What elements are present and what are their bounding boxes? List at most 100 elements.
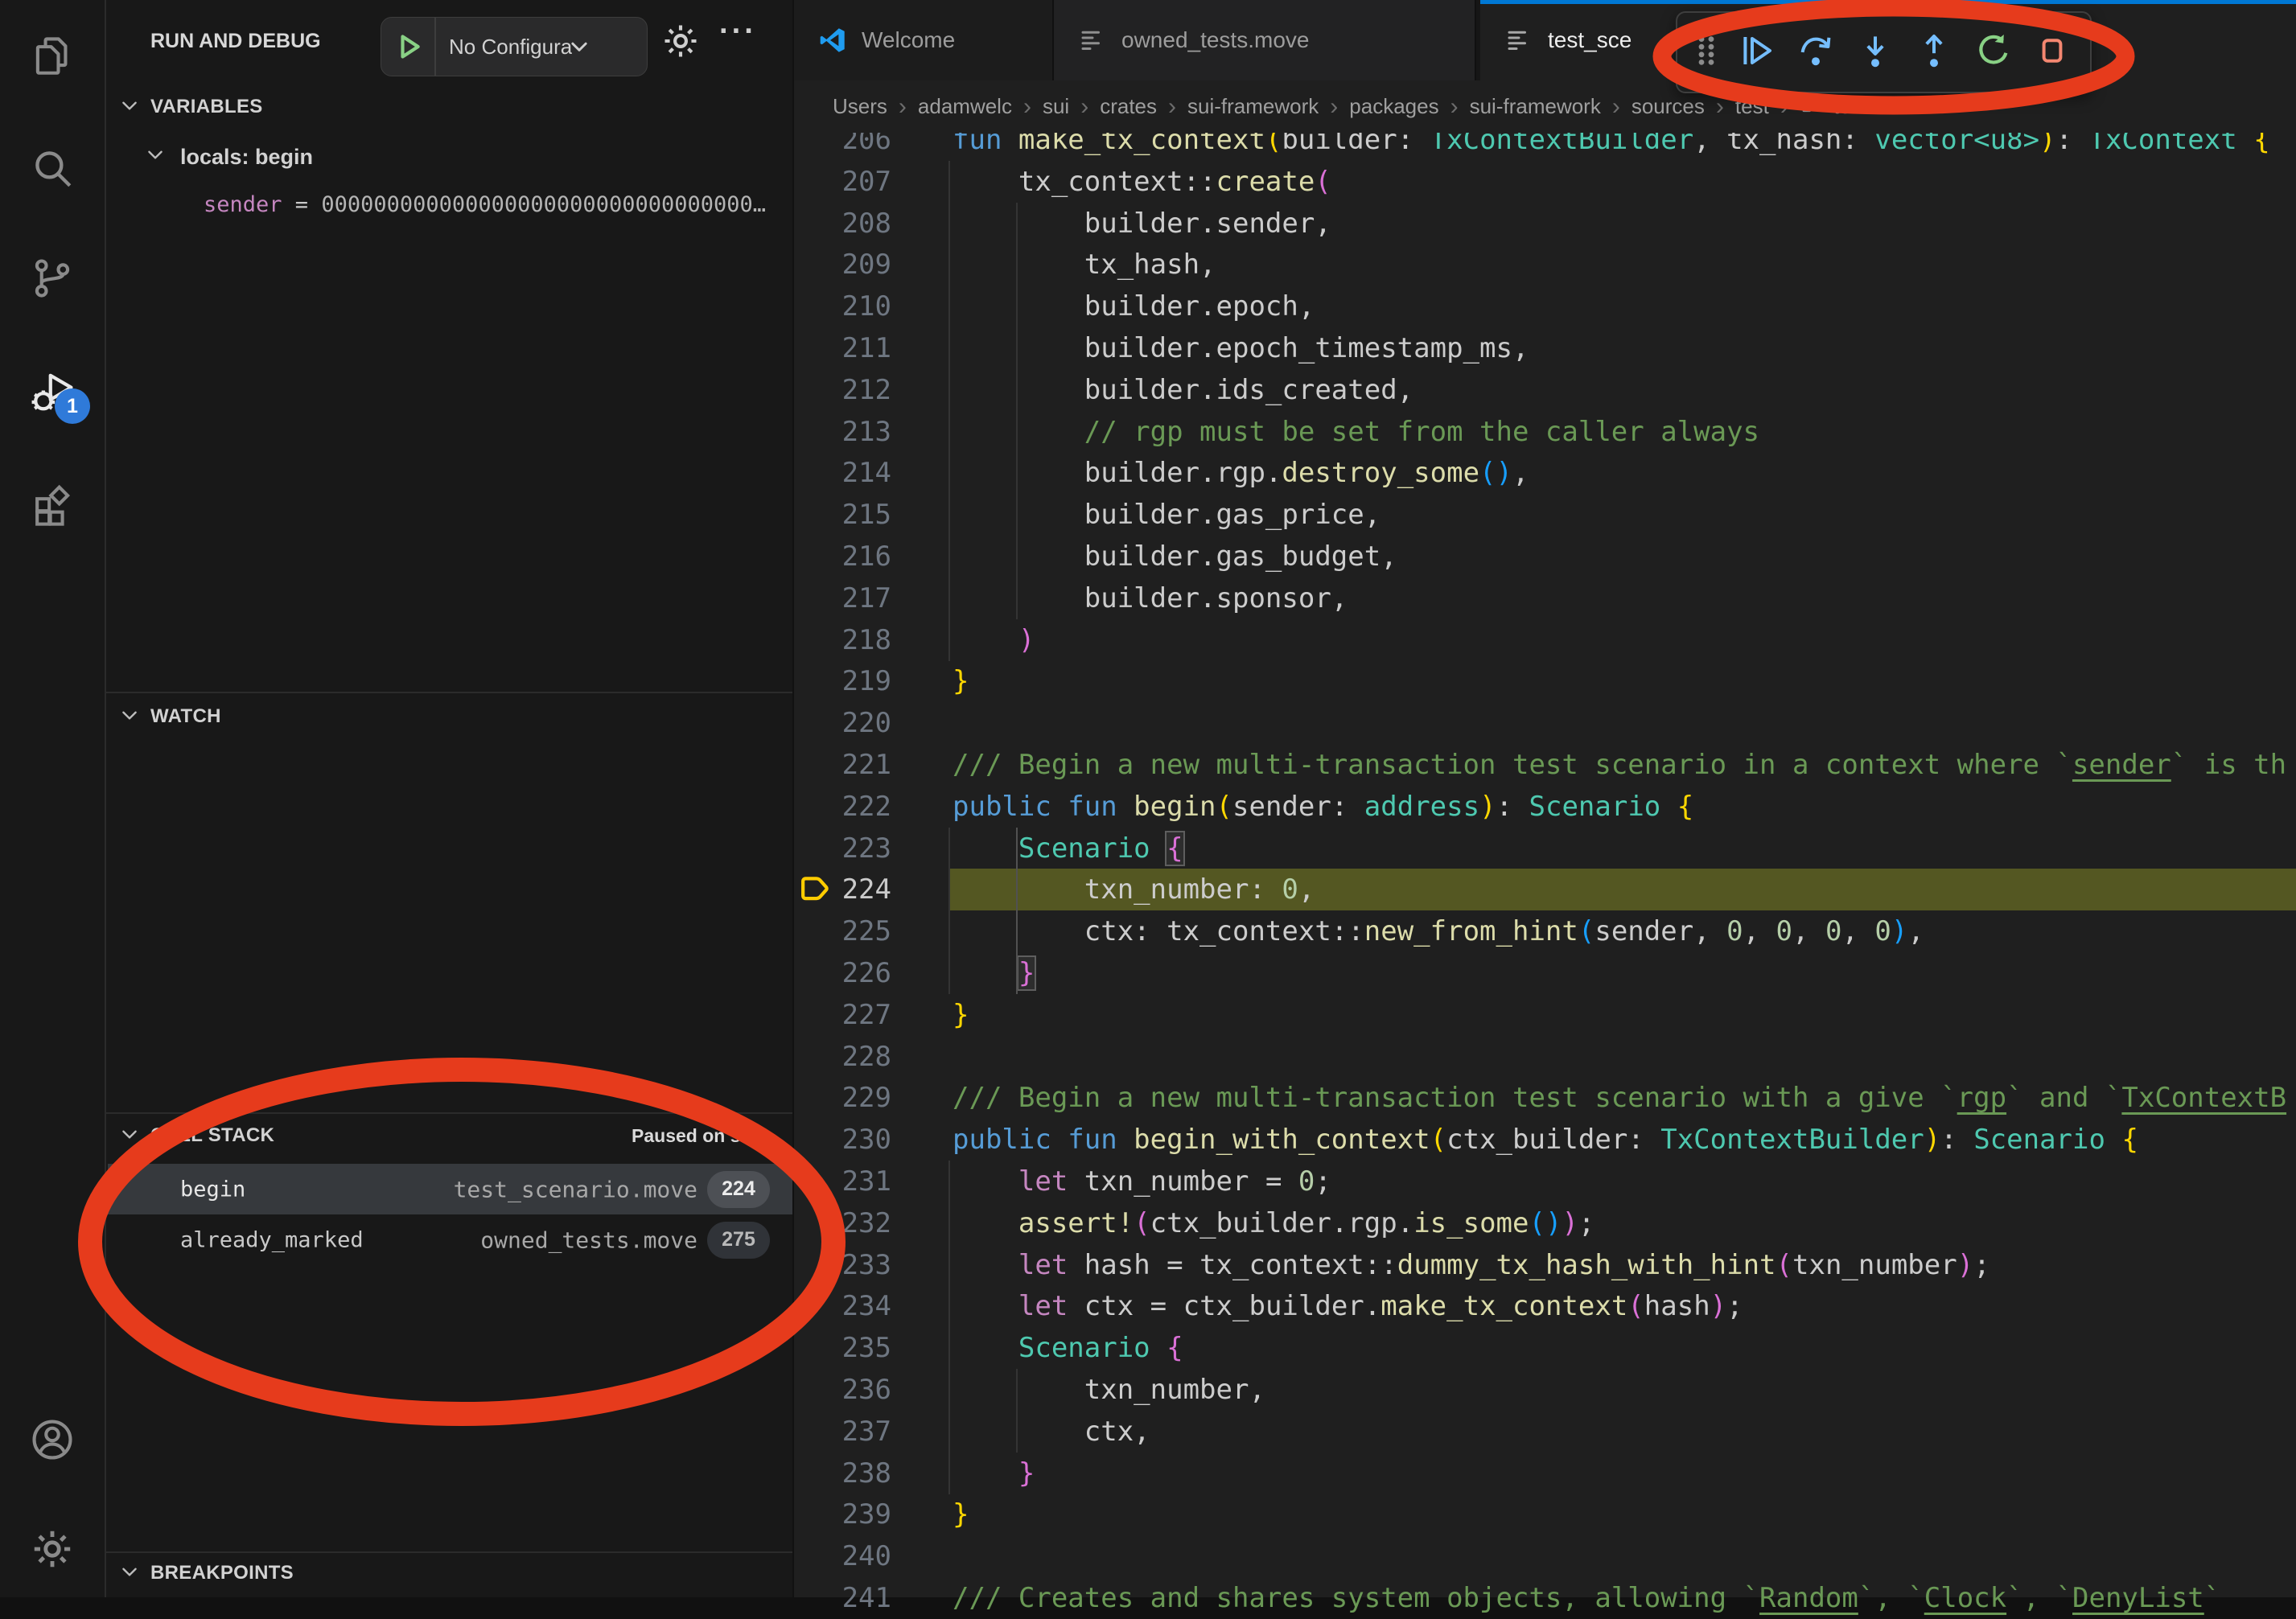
call-stack-frame[interactable]: already_markedowned_tests.move275 xyxy=(108,1214,792,1265)
breadcrumb-item[interactable]: test xyxy=(1735,94,1769,119)
breadcrumb-item[interactable]: packages xyxy=(1349,94,1438,119)
line-number[interactable]: 222 xyxy=(794,786,891,828)
line-number[interactable]: 228 xyxy=(794,1036,891,1078)
line-number[interactable]: 238 xyxy=(794,1453,891,1494)
variables-section-header[interactable]: VARIABLES xyxy=(150,96,263,118)
line-number[interactable]: 231 xyxy=(794,1161,891,1202)
run-and-debug-icon[interactable]: 1 xyxy=(19,360,85,425)
code-line[interactable]: 236 txn_number, xyxy=(794,1369,2296,1411)
code-line[interactable]: 218 ) xyxy=(794,619,2296,661)
breadcrumb-item[interactable]: sources xyxy=(1631,94,1705,119)
breadcrumb-item[interactable]: Users xyxy=(833,94,887,119)
code-line[interactable]: 224 txn_number: 0, xyxy=(794,869,2296,910)
line-number[interactable]: 233 xyxy=(794,1244,891,1286)
account-icon[interactable] xyxy=(19,1407,85,1473)
search-icon[interactable] xyxy=(19,135,85,201)
line-number[interactable]: 217 xyxy=(794,577,891,619)
gear-icon[interactable] xyxy=(660,20,702,62)
code-line[interactable]: 237 ctx, xyxy=(794,1411,2296,1453)
line-number[interactable]: 210 xyxy=(794,286,891,327)
line-number[interactable]: 240 xyxy=(794,1535,891,1577)
code-line[interactable]: 239} xyxy=(794,1494,2296,1535)
restart-button[interactable] xyxy=(1964,18,2023,86)
code-line[interactable]: 240 xyxy=(794,1535,2296,1577)
line-number[interactable]: 209 xyxy=(794,244,891,286)
code-line[interactable]: 232 assert!(ctx_builder.rgp.is_some()); xyxy=(794,1202,2296,1244)
breakpoints-section-header[interactable]: BREAKPOINTS xyxy=(150,1562,294,1584)
code-line[interactable]: 209 tx_hash, xyxy=(794,244,2296,286)
line-number[interactable]: 213 xyxy=(794,411,891,453)
line-number[interactable]: 212 xyxy=(794,369,891,411)
code-line[interactable]: 234 let ctx = ctx_builder.make_tx_contex… xyxy=(794,1285,2296,1327)
line-number[interactable]: 237 xyxy=(794,1411,891,1453)
code-line[interactable]: 233 let hash = tx_context::dummy_tx_hash… xyxy=(794,1244,2296,1286)
variables-scope-label[interactable]: locals: begin xyxy=(180,145,313,170)
code-line[interactable]: 220 xyxy=(794,702,2296,744)
code-line[interactable]: 238 } xyxy=(794,1453,2296,1494)
code-line[interactable]: 231 let txn_number = 0; xyxy=(794,1161,2296,1202)
code-line[interactable]: 223 Scenario { xyxy=(794,828,2296,869)
line-number[interactable]: 223 xyxy=(794,828,891,869)
call-stack-frame[interactable]: begintest_scenario.move224 xyxy=(108,1164,792,1214)
chevron-down-icon[interactable] xyxy=(119,95,140,116)
line-number[interactable]: 218 xyxy=(794,619,891,661)
line-number[interactable]: 208 xyxy=(794,203,891,244)
code-line[interactable]: 241/// Creates and shares system objects… xyxy=(794,1577,2296,1619)
code-line[interactable]: 226 } xyxy=(794,952,2296,994)
line-number[interactable]: 235 xyxy=(794,1327,891,1369)
continue-button[interactable] xyxy=(1727,18,1787,86)
line-number[interactable]: 229 xyxy=(794,1077,891,1119)
code-line[interactable]: 213 // rgp must be set from the caller a… xyxy=(794,411,2296,453)
code-line[interactable]: 208 builder.sender, xyxy=(794,203,2296,244)
drag-gripper[interactable] xyxy=(1685,18,1727,86)
line-number[interactable]: 211 xyxy=(794,327,891,369)
breadcrumb-file[interactable]: te xyxy=(1833,94,1851,119)
step-over-button[interactable] xyxy=(1786,18,1845,86)
chevron-down-icon[interactable] xyxy=(119,1124,140,1144)
ellipsis-icon[interactable]: ··· xyxy=(719,14,757,49)
code-line[interactable]: 235 Scenario { xyxy=(794,1327,2296,1369)
code-line[interactable]: 215 builder.gas_price, xyxy=(794,494,2296,536)
chevron-down-icon[interactable] xyxy=(145,144,166,165)
settings-gear-icon[interactable] xyxy=(19,1516,85,1582)
code-line[interactable]: 222public fun begin(sender: address): Sc… xyxy=(794,786,2296,828)
breadcrumb-item[interactable]: crates xyxy=(1100,94,1157,119)
line-number[interactable]: 207 xyxy=(794,161,891,203)
code-line[interactable]: 219} xyxy=(794,660,2296,702)
line-number[interactable]: 232 xyxy=(794,1202,891,1244)
line-number[interactable]: 216 xyxy=(794,536,891,577)
step-into-button[interactable] xyxy=(1845,18,1905,86)
chevron-down-icon[interactable] xyxy=(119,1561,140,1582)
breadcrumb-item[interactable]: adamwelc xyxy=(918,94,1012,119)
tab-welcome[interactable]: Welcome xyxy=(794,0,1054,80)
chevron-down-icon[interactable] xyxy=(119,705,140,725)
code-line[interactable]: 212 builder.ids_created, xyxy=(794,369,2296,411)
play-icon[interactable] xyxy=(393,31,425,63)
line-number[interactable]: 214 xyxy=(794,452,891,494)
breadcrumb-item[interactable]: sui-framework xyxy=(1187,94,1319,119)
code-line[interactable]: 221/// Begin a new multi-transaction tes… xyxy=(794,744,2296,786)
code-line[interactable]: 207 tx_context::create( xyxy=(794,161,2296,203)
source-control-icon[interactable] xyxy=(19,245,85,311)
code-line[interactable]: 228 xyxy=(794,1036,2296,1078)
debug-config-dropdown[interactable]: No Configura xyxy=(381,17,648,76)
explorer-icon[interactable] xyxy=(19,23,85,88)
code-line[interactable]: 225 ctx: tx_context::new_from_hint(sende… xyxy=(794,910,2296,952)
line-number[interactable]: 219 xyxy=(794,660,891,702)
step-out-button[interactable] xyxy=(1904,18,1964,86)
line-number[interactable]: 220 xyxy=(794,702,891,744)
code-line[interactable]: 229/// Begin a new multi-transaction tes… xyxy=(794,1077,2296,1119)
line-number[interactable]: 236 xyxy=(794,1369,891,1411)
variable-row[interactable]: sender = 0000000000000000000000000000000… xyxy=(204,192,766,217)
code-line[interactable]: 217 builder.sponsor, xyxy=(794,577,2296,619)
line-number[interactable]: 230 xyxy=(794,1119,891,1161)
line-number[interactable]: 226 xyxy=(794,952,891,994)
stop-button[interactable] xyxy=(2022,18,2082,86)
breadcrumb-item[interactable]: sui xyxy=(1043,94,1069,119)
call-stack-section-header[interactable]: CALL STACK xyxy=(150,1124,274,1147)
code-line[interactable]: 210 builder.epoch, xyxy=(794,286,2296,327)
line-number[interactable]: 239 xyxy=(794,1494,891,1535)
line-number[interactable]: 215 xyxy=(794,494,891,536)
line-number[interactable]: 225 xyxy=(794,910,891,952)
tab-owned-tests[interactable]: owned_tests.move xyxy=(1054,0,1476,80)
